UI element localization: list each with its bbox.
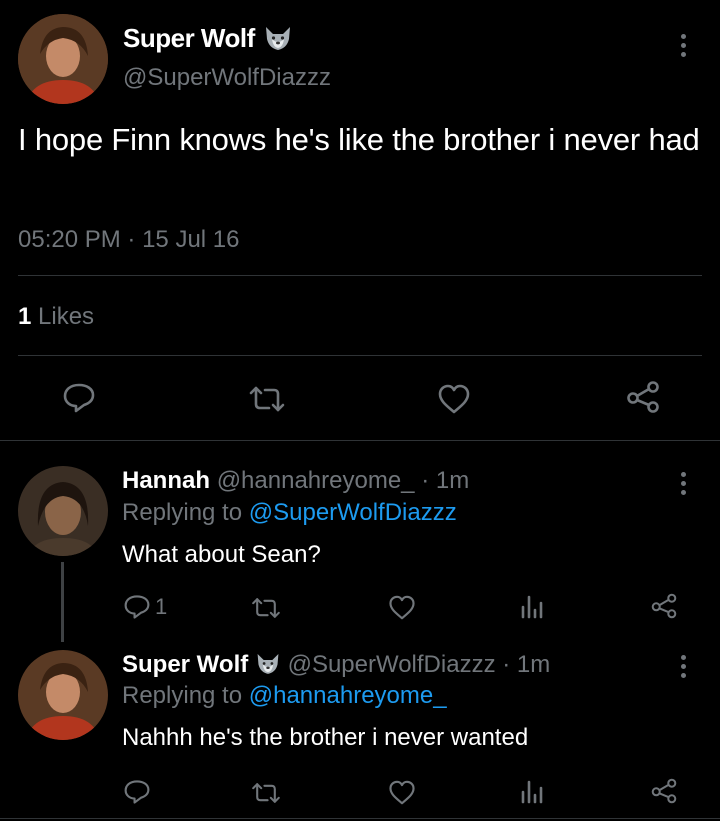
replying-to: Replying to @hannahreyome_ [122,681,447,711]
separator: · [502,651,511,678]
author-handle[interactable]: @SuperWolfDiazzz [288,651,496,678]
author-name[interactable]: Super Wolf [123,23,255,53]
like-icon[interactable] [388,780,416,805]
separator: · [421,467,430,494]
author-name[interactable]: Hannah [122,467,210,494]
like-icon[interactable] [437,384,471,414]
tweet-date: 15 Jul 16 [142,226,240,253]
analytics-icon[interactable] [519,778,545,804]
separator: · [127,226,136,253]
reply-text: Nahhh he's the brother i never wanted [122,724,529,751]
wolf-emoji-icon [255,652,281,675]
likes-stat[interactable]: 1 Likes [18,302,94,332]
avatar[interactable] [18,650,108,740]
retweet-icon[interactable] [250,781,282,805]
wolf-emoji-icon [263,25,293,51]
replying-label: Replying to [122,499,243,526]
more-icon[interactable] [680,34,686,61]
reply-text: What about Sean? [122,541,321,568]
more-icon[interactable] [680,472,686,499]
likes-label: Likes [38,303,95,330]
thread-connector [61,562,64,642]
reply-icon[interactable] [123,779,151,805]
likes-count: 1 [18,303,32,330]
share-icon[interactable] [650,592,678,620]
avatar[interactable] [18,466,108,556]
share-icon[interactable] [650,777,678,805]
analytics-icon[interactable] [519,593,545,619]
avatar[interactable] [18,14,108,104]
replying-to-link[interactable]: @SuperWolfDiazzz [249,499,457,526]
reply-header: Hannah @hannahreyome_ · 1m [122,466,469,496]
divider [18,275,702,276]
reply-header: Super Wolf @SuperWolfDiazzz · 1m [122,650,550,680]
reply-icon[interactable] [123,594,151,620]
tweet-timestamp: 05:20 PM · 15 Jul 16 [18,225,239,255]
reply-icon[interactable] [62,382,96,414]
more-icon[interactable] [680,655,686,682]
author-handle[interactable]: @SuperWolfDiazzz [123,64,331,92]
retweet-icon[interactable] [250,596,282,620]
author-name[interactable]: Super Wolf [122,651,248,678]
tweet-time: 05:20 PM [18,226,121,253]
reply-count: 1 [155,594,168,619]
tweet-text: I hope Finn knows he's like the brother … [18,122,700,157]
reply-age: 1m [435,467,470,494]
divider [0,818,720,819]
divider [18,355,702,356]
reply-age: 1m [516,651,551,678]
replying-label: Replying to [122,682,243,709]
like-icon[interactable] [388,595,416,620]
author-handle[interactable]: @hannahreyome_ [217,467,415,494]
replying-to: Replying to @SuperWolfDiazzz [122,498,457,528]
replying-to-link[interactable]: @hannahreyome_ [249,682,447,709]
retweet-icon[interactable] [247,385,287,413]
share-icon[interactable] [625,380,661,414]
divider [0,440,720,441]
